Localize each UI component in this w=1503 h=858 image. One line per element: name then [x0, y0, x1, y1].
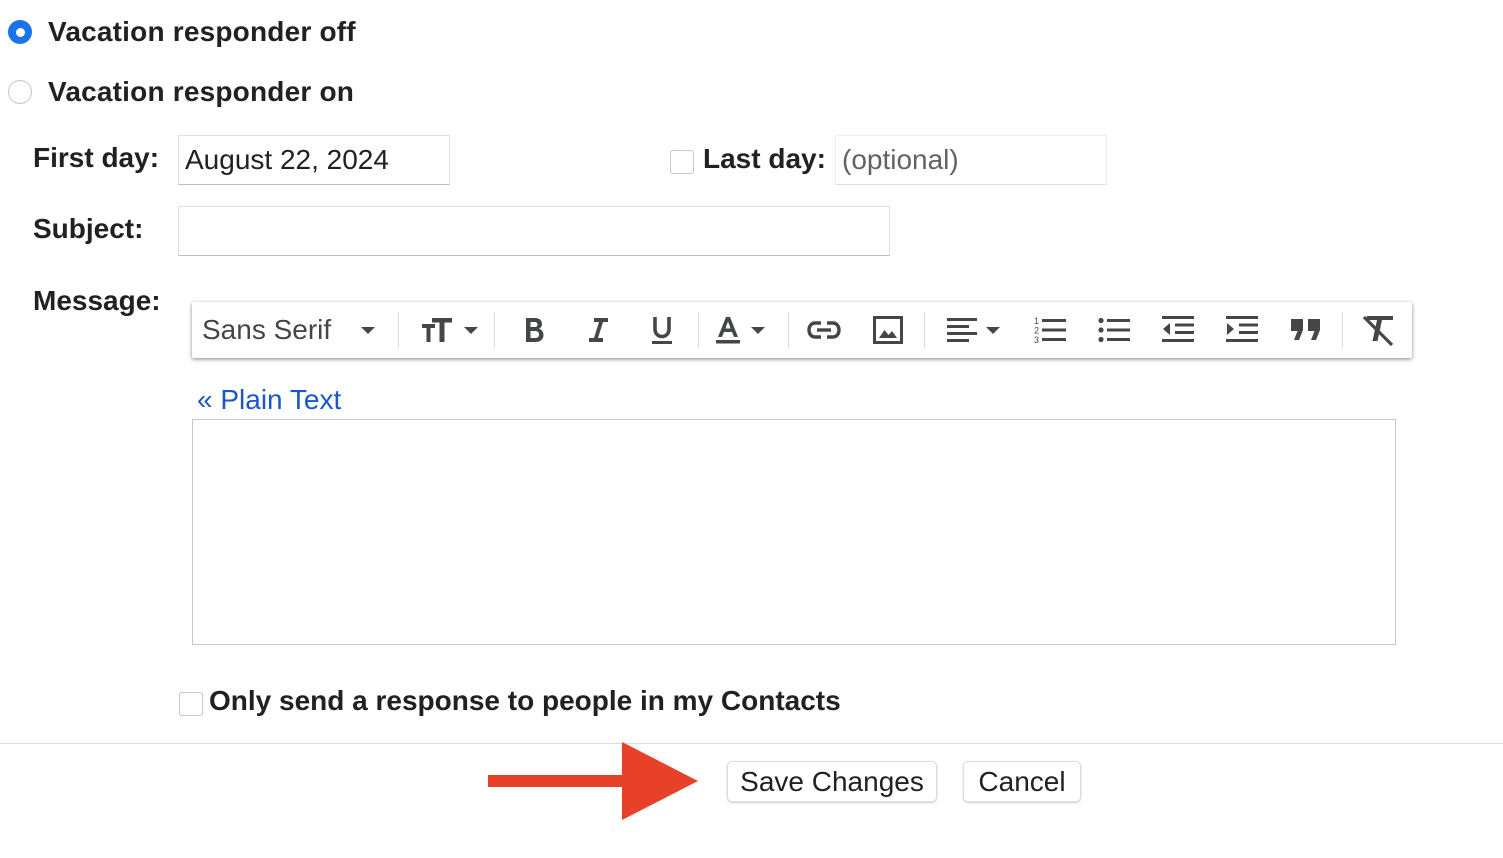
vacation-responder-settings: Vacation responder off Vacation responde…: [0, 0, 1503, 858]
link-icon: [807, 321, 841, 339]
numbered-list-icon: 1 2 3: [1034, 316, 1066, 345]
bulleted-list-button[interactable]: [1090, 302, 1138, 358]
vacation-off-radio[interactable]: [8, 20, 32, 44]
chevron-down-icon: [751, 326, 765, 334]
vacation-on-radio[interactable]: [8, 80, 32, 104]
chevron-down-icon: [986, 326, 1000, 334]
first-day-label: First day:: [33, 142, 160, 173]
underline-icon: [652, 317, 672, 344]
text-color-button[interactable]: [704, 302, 774, 358]
svg-text:3: 3: [1034, 335, 1039, 345]
insert-link-button[interactable]: [800, 302, 848, 358]
first-day-input[interactable]: [178, 135, 450, 185]
remove-formatting-icon: [1362, 315, 1394, 346]
indent-more-button[interactable]: [1218, 302, 1266, 358]
underline-button[interactable]: [638, 302, 686, 358]
image-icon: [873, 316, 903, 344]
insert-image-button[interactable]: [864, 302, 912, 358]
vacation-on-option[interactable]: Vacation responder on: [8, 74, 354, 110]
vacation-on-label: Vacation responder on: [48, 76, 355, 107]
align-button[interactable]: [938, 302, 1008, 358]
arrow-right-icon: [488, 742, 698, 820]
chevron-down-icon: [464, 326, 478, 334]
message-label: Message:: [33, 285, 161, 316]
font-family-select[interactable]: Sans Serif: [202, 302, 388, 358]
indent-less-button[interactable]: [1154, 302, 1202, 358]
italic-button[interactable]: [574, 302, 622, 358]
font-family-value: Sans Serif: [202, 314, 332, 345]
plain-text-link[interactable]: « Plain Text: [197, 384, 341, 416]
font-size-button[interactable]: [414, 302, 484, 358]
indent-more-icon: [1226, 316, 1258, 342]
indent-less-icon: [1162, 316, 1194, 342]
subject-input[interactable]: [178, 206, 890, 256]
italic-icon: [589, 318, 608, 342]
align-left-icon: [947, 318, 977, 342]
quote-icon: [1291, 319, 1320, 340]
footer-divider: [0, 743, 1503, 744]
chevron-down-icon: [361, 326, 376, 334]
svg-text:2: 2: [1034, 326, 1039, 336]
formatting-toolbar: Sans Serif 1 2 3: [192, 302, 1412, 358]
save-changes-button[interactable]: Save Changes: [727, 761, 937, 802]
cancel-button[interactable]: Cancel: [963, 761, 1081, 802]
bulleted-list-icon: [1098, 317, 1130, 343]
font-size-icon: [422, 318, 452, 342]
message-body-editor[interactable]: [192, 419, 1396, 645]
contacts-only-label: Only send a response to people in my Con…: [209, 685, 841, 716]
last-day-label: Last day:: [703, 143, 826, 174]
svg-text:1: 1: [1034, 316, 1039, 326]
vacation-off-option[interactable]: Vacation responder off: [8, 14, 356, 50]
vacation-off-label: Vacation responder off: [48, 16, 356, 47]
bold-icon: [526, 318, 544, 342]
text-color-icon: [716, 317, 740, 344]
last-day-checkbox[interactable]: [670, 150, 694, 174]
subject-label: Subject:: [33, 213, 144, 244]
quote-button[interactable]: [1282, 302, 1330, 358]
last-day-input[interactable]: [835, 135, 1107, 185]
numbered-list-button[interactable]: 1 2 3: [1026, 302, 1074, 358]
remove-formatting-button[interactable]: [1354, 302, 1402, 358]
bold-button[interactable]: [510, 302, 558, 358]
contacts-only-checkbox[interactable]: [179, 692, 203, 716]
